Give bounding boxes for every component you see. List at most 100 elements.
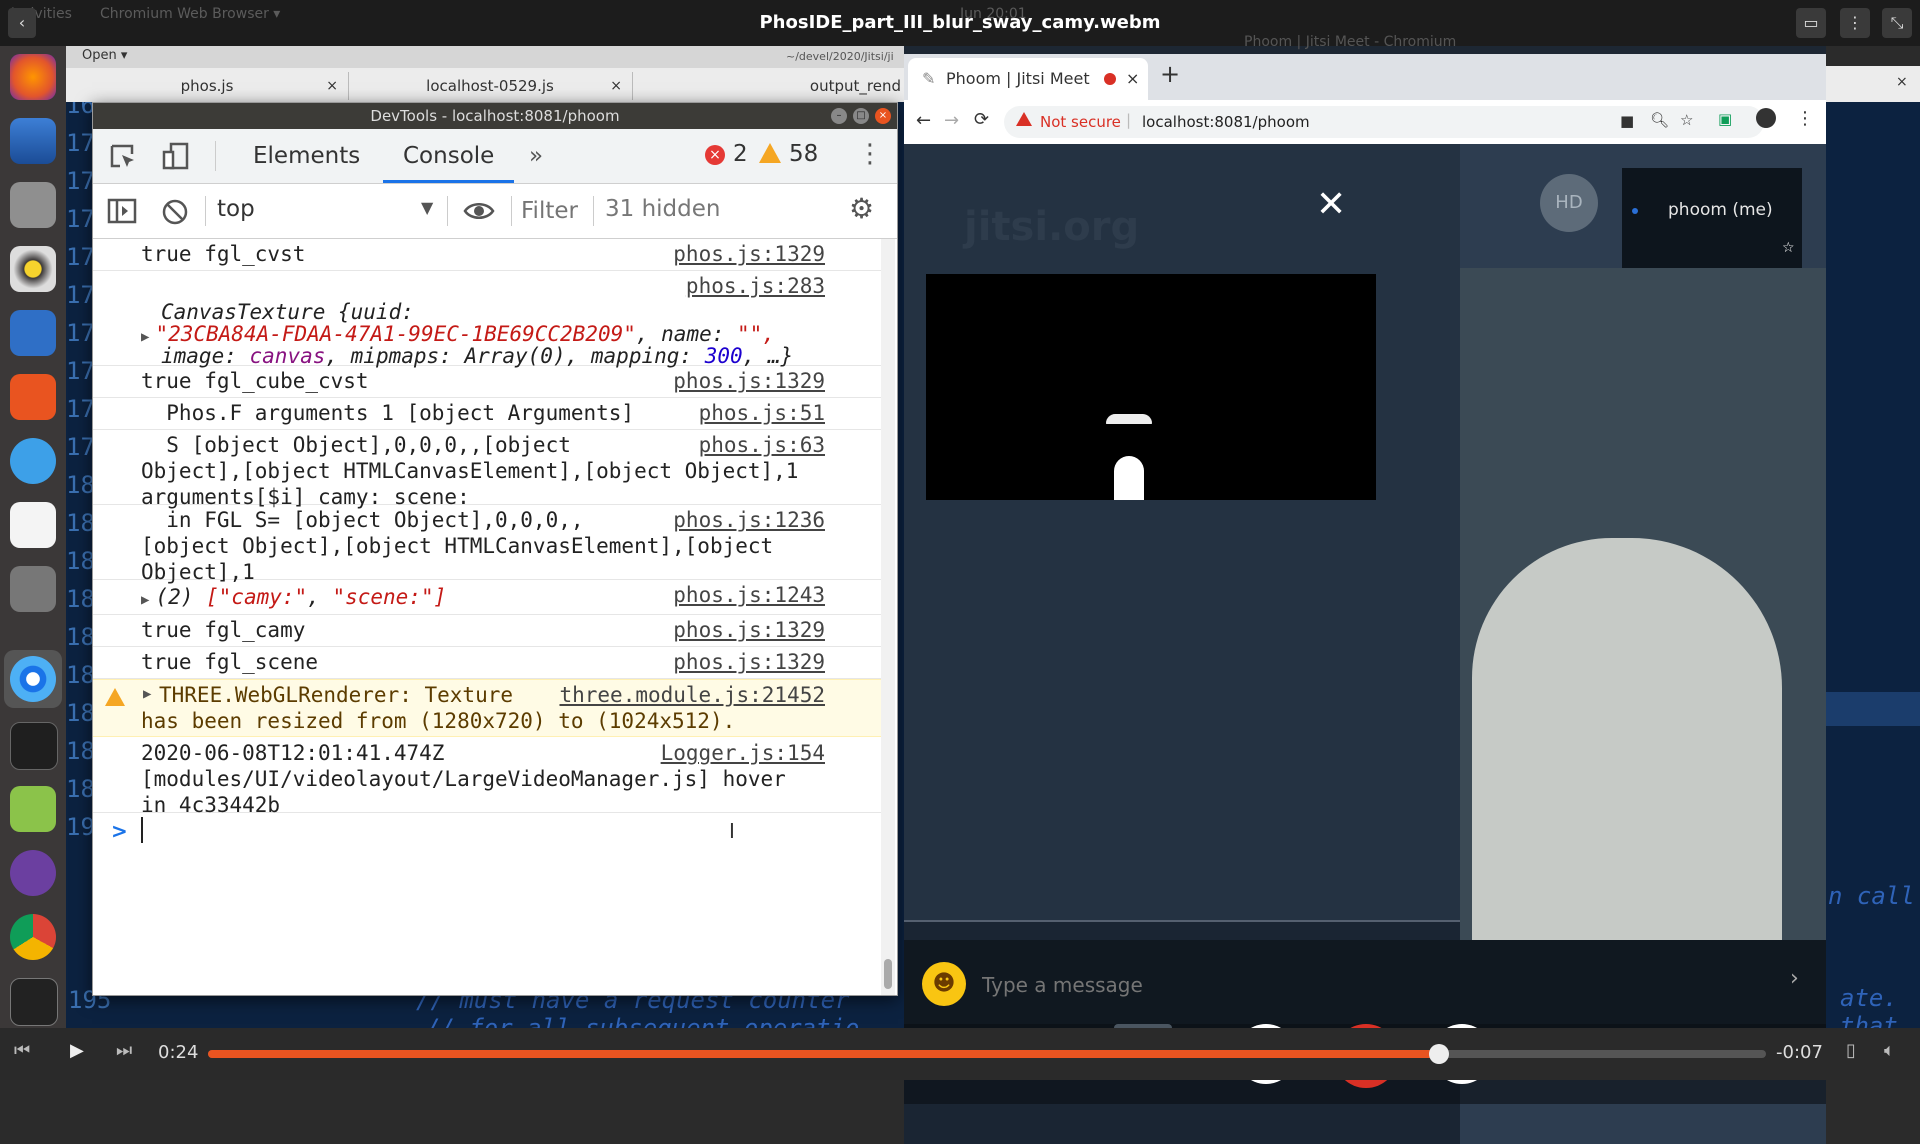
close-icon[interactable]: × <box>875 108 891 124</box>
expand-triangle-icon[interactable]: ▶ <box>141 592 149 608</box>
browser-tab[interactable]: ✎ Phoom | Jitsi Meet × <box>908 58 1148 100</box>
unfullscreen-icon[interactable]: ⤡ <box>1882 8 1912 38</box>
inspect-icon[interactable] <box>109 143 139 171</box>
maximize-icon[interactable]: □ <box>853 108 869 124</box>
seek-handle[interactable] <box>1428 1044 1449 1064</box>
firefox-icon[interactable] <box>10 54 56 100</box>
address-bar[interactable]: Not secure | localhost:8081/phoom ■ 🔍︎ ☆ <box>1004 106 1764 138</box>
files-icon[interactable] <box>10 182 56 228</box>
devtools-menu-icon[interactable]: ⋮ <box>857 139 883 169</box>
object-key: , mapping: <box>565 344 705 368</box>
source-link[interactable]: phos.js:1236 <box>673 507 825 533</box>
console-settings-gear-icon[interactable]: ⚙ <box>849 192 874 225</box>
device-toolbar-icon[interactable] <box>161 141 191 171</box>
avatar[interactable]: HD <box>1540 174 1598 232</box>
live-expression-eye-icon[interactable] <box>463 200 495 222</box>
emoji-smile-icon[interactable]: ☻ <box>922 962 966 1006</box>
caption-icon[interactable]: ▭ <box>1796 8 1826 38</box>
text-editor-icon[interactable] <box>10 502 56 548</box>
warning-count[interactable]: 58 <box>789 141 818 167</box>
chromium-icon[interactable] <box>10 656 56 702</box>
close-tab-icon[interactable]: × <box>1126 58 1139 100</box>
source-link[interactable]: phos.js:51 <box>699 400 825 426</box>
source-link[interactable]: phos.js:1329 <box>673 241 825 267</box>
filter-input[interactable] <box>519 194 589 228</box>
source-link[interactable]: Logger.js:154 <box>661 740 825 766</box>
rhythmbox-icon[interactable] <box>10 246 56 292</box>
camera-icon[interactable]: ■ <box>1620 112 1634 130</box>
editor-tab[interactable]: output_rend <box>632 72 906 100</box>
local-thumbnail[interactable]: phoom (me) ☆ <box>1622 168 1802 268</box>
sidebar-toggle-icon[interactable] <box>107 198 137 224</box>
scrollbar-thumb[interactable] <box>884 959 892 989</box>
tab-console[interactable]: Console <box>383 129 515 183</box>
chevron-down-icon[interactable]: ▼ <box>421 198 433 217</box>
star-icon[interactable]: ☆ <box>1680 111 1693 129</box>
seek-bar[interactable] <box>208 1044 1766 1064</box>
source-link[interactable]: phos.js:63 <box>699 432 825 458</box>
warning-icon <box>759 143 781 163</box>
writer-icon[interactable] <box>10 310 56 356</box>
context-selector[interactable]: top <box>217 196 255 222</box>
play-icon[interactable]: ▶ <box>70 1040 84 1061</box>
close-icon[interactable]: × <box>1896 74 1908 90</box>
thunderbird-icon[interactable] <box>10 118 56 164</box>
close-chat-icon[interactable]: ✕ <box>1316 184 1346 225</box>
zoom-icon[interactable]: 🔍︎ <box>1650 111 1669 129</box>
error-count[interactable]: 2 <box>733 141 748 167</box>
chat-message-input[interactable] <box>980 964 1544 1006</box>
back-icon[interactable]: ← <box>916 110 931 131</box>
array-preview[interactable]: ▶ (2) ["camy:", "scene:"] <box>141 584 446 613</box>
jitsi-favicon-icon: ✎ <box>922 69 936 88</box>
line-number: 18 <box>66 623 95 651</box>
volume-icon[interactable]: 🔈︎ <box>1884 1040 1895 1061</box>
source-link[interactable]: phos.js:1329 <box>673 617 825 643</box>
editor-tab[interactable]: localhost-0529.js × <box>348 72 633 100</box>
source-link[interactable]: phos.js:1243 <box>673 582 825 608</box>
video-player-icon[interactable] <box>10 850 56 896</box>
security-label[interactable]: Not secure <box>1040 113 1121 131</box>
large-video[interactable] <box>1460 268 1826 1038</box>
more-icon[interactable]: ⋮ <box>1840 8 1870 38</box>
tab-elements[interactable]: Elements <box>253 129 360 183</box>
reload-icon[interactable]: ⟳ <box>974 109 989 130</box>
send-arrow-icon[interactable]: › <box>1790 966 1799 991</box>
source-link[interactable]: phos.js:283 <box>686 273 825 299</box>
open-button[interactable]: Open ▾ <box>82 48 127 63</box>
star-icon[interactable]: ☆ <box>1782 240 1795 256</box>
close-icon[interactable]: × <box>610 72 622 100</box>
more-tabs-icon[interactable]: » <box>529 129 543 183</box>
rewind-icon[interactable]: ⏮︎ <box>14 1040 30 1061</box>
back-icon[interactable]: ‹ <box>8 8 36 38</box>
extension-icon[interactable]: ▣ <box>1718 110 1732 128</box>
system-monitor-icon[interactable] <box>10 978 58 1026</box>
minimize-icon[interactable]: – <box>831 108 847 124</box>
terminal-icon[interactable] <box>10 722 58 770</box>
console-input[interactable] <box>141 817 143 843</box>
extension-icon[interactable] <box>10 786 56 832</box>
new-tab-button[interactable]: + <box>1160 60 1180 88</box>
editor-tab[interactable]: phos.js × <box>66 72 349 100</box>
source-link[interactable]: phos.js:1329 <box>673 368 825 394</box>
console-row: true fgl_cube_cvst phos.js:1329 <box>93 366 881 398</box>
chrome-icon[interactable] <box>10 914 56 960</box>
line-number: 17 <box>66 243 95 271</box>
console-row: 2020-06-08T12:01:41.474Z [modules/UI/vid… <box>93 736 881 817</box>
console-scrollbar[interactable] <box>881 239 895 995</box>
devtools-window: DevTools - localhost:8081/phoom – □ × El… <box>92 102 898 996</box>
caption-toggle-icon[interactable]: ▯ <box>1846 1040 1856 1061</box>
source-link[interactable]: three.module.js:21452 <box>559 682 825 708</box>
close-icon[interactable]: × <box>326 72 338 100</box>
clear-console-icon[interactable] <box>161 198 189 226</box>
software-icon[interactable] <box>10 374 56 420</box>
source-link[interactable]: phos.js:1329 <box>673 649 825 675</box>
profile-icon[interactable] <box>1756 108 1776 128</box>
url-text[interactable]: localhost:8081/phoom <box>1142 113 1310 131</box>
expand-triangle-icon[interactable]: ▶ <box>141 329 149 345</box>
forward-skip-icon[interactable]: ⏭︎ <box>116 1040 132 1061</box>
line-gutter: 16 17 17 17 17 17 17 17 17 17 18 18 18 18 18 18 18 18 18 19 <box>66 86 95 846</box>
settings-icon[interactable] <box>10 566 56 612</box>
menu-icon[interactable]: ⋮ <box>1796 108 1814 129</box>
help-icon[interactable] <box>10 438 56 484</box>
forward-icon[interactable]: → <box>944 110 959 131</box>
